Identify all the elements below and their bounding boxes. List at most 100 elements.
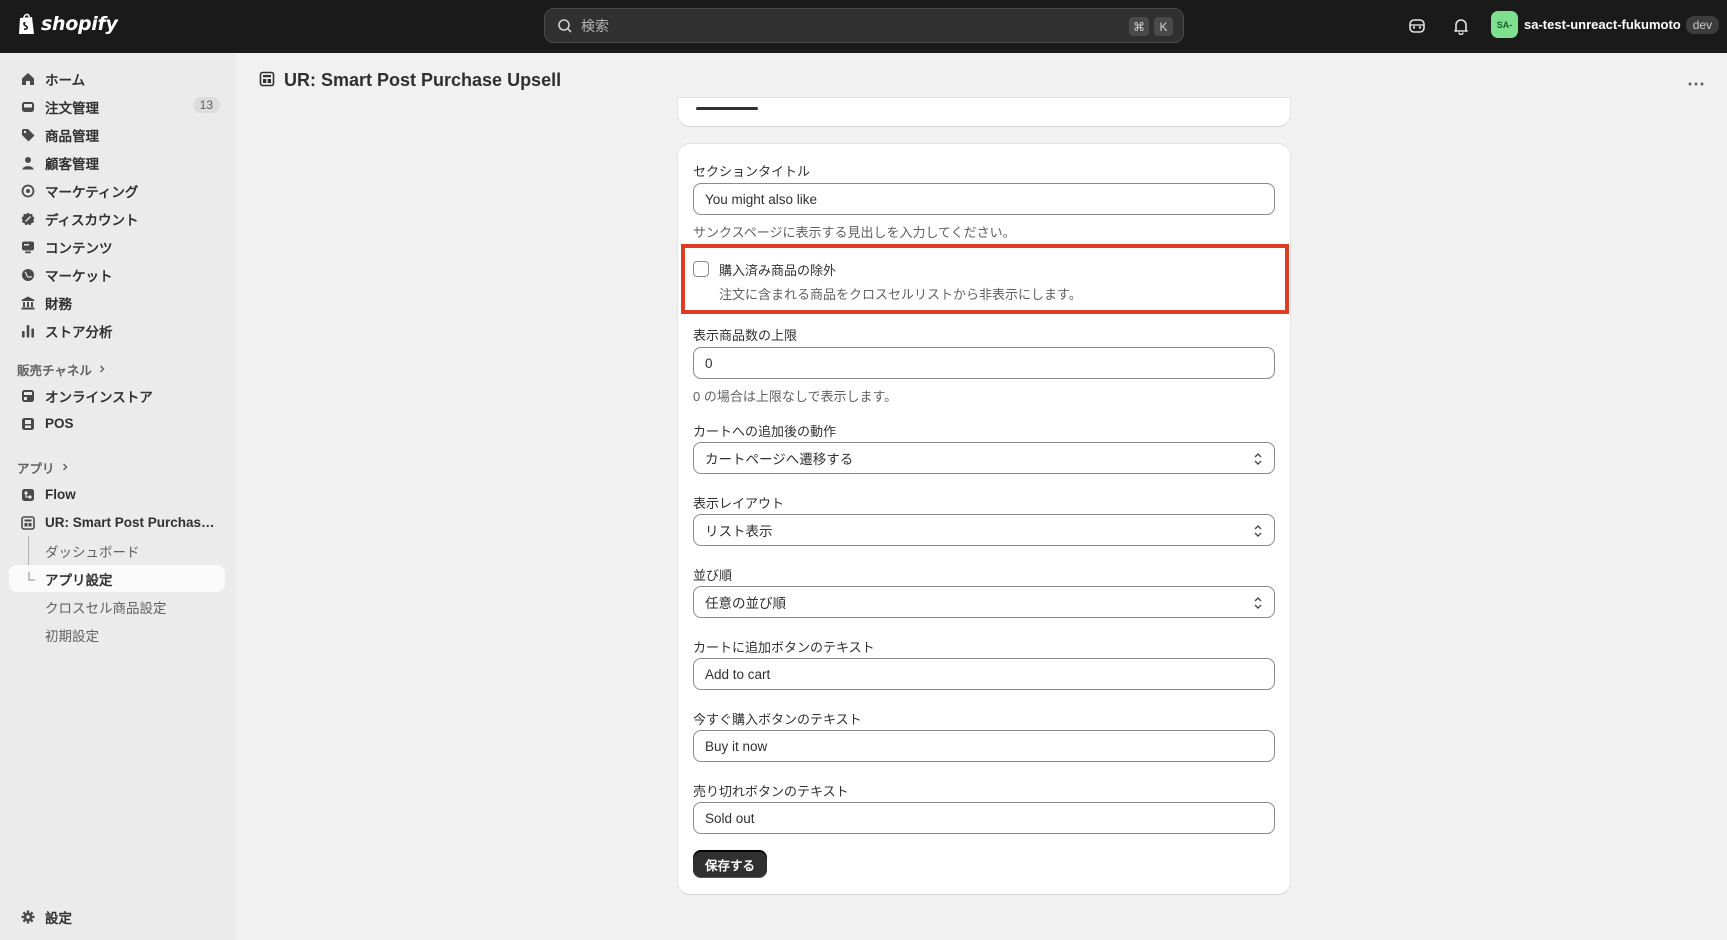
buy-now-text-input[interactable] — [693, 730, 1275, 762]
bell-icon — [1454, 19, 1468, 35]
sidebar-item-label: POS — [45, 416, 74, 431]
sidebar-item-markets[interactable]: マーケット — [9, 261, 225, 288]
target-icon — [20, 183, 36, 199]
shopify-wordmark: shopify — [41, 13, 118, 35]
sales-channels-heading[interactable]: 販売チャネル — [17, 360, 106, 379]
after-add-label: カートへの追加後の動作 — [693, 424, 837, 439]
avatar: SA- — [1491, 11, 1518, 38]
section-title-input[interactable] — [693, 183, 1275, 215]
sold-out-text-input[interactable] — [693, 802, 1275, 834]
sidebar-item-label: Flow — [45, 487, 76, 502]
bank-icon — [20, 295, 36, 311]
add-to-cart-text-input[interactable] — [693, 658, 1275, 690]
sidebar-item-label: ホーム — [45, 72, 86, 88]
sort-select[interactable]: 任意の並び順 — [693, 586, 1275, 618]
home-icon — [20, 71, 36, 87]
shopify-logo[interactable]: shopify — [17, 12, 118, 36]
sidebar-subitem-dashboard[interactable]: ダッシュボード — [9, 537, 225, 564]
sort-label: 並び順 — [693, 568, 733, 583]
flow-icon — [20, 487, 36, 503]
section-title-label: セクションタイトル — [693, 164, 811, 179]
shortcut-k-key: K — [1154, 17, 1173, 36]
sort-select-value: 任意の並び順 — [705, 596, 786, 611]
sidekick-icon — [1409, 19, 1425, 33]
tag-icon — [20, 127, 36, 143]
sidebar-item-label: 初期設定 — [45, 628, 99, 644]
sidebar-item-discounts[interactable]: ディスカウント — [9, 205, 225, 232]
search-bar[interactable]: 検索 ⌘ K — [544, 8, 1184, 43]
apps-heading-label: アプリ — [17, 462, 55, 476]
app-icon — [259, 71, 275, 90]
discount-icon — [20, 211, 36, 227]
content-icon — [20, 239, 36, 255]
sidebar-subitem-initial-setup[interactable]: 初期設定 — [9, 621, 225, 648]
orders-count-badge: 13 — [192, 97, 220, 113]
search-icon — [558, 18, 572, 33]
exclude-purchased-checkbox[interactable] — [693, 261, 709, 277]
sidebar-item-label: 設定 — [45, 910, 72, 926]
notifications-button[interactable] — [1450, 15, 1472, 37]
sidekick-button[interactable] — [1406, 15, 1428, 37]
sidebar-item-analytics[interactable]: ストア分析 — [9, 317, 225, 344]
store-icon — [20, 388, 36, 404]
chart-icon — [20, 323, 36, 339]
sidebar-item-finance[interactable]: 財務 — [9, 289, 225, 316]
sidebar-item-label: ディスカウント — [45, 212, 139, 228]
previous-card-button[interactable] — [696, 107, 758, 110]
apps-heading[interactable]: アプリ — [17, 458, 69, 477]
sidebar-item-orders[interactable]: 注文管理 13 — [9, 93, 225, 120]
sidebar-item-label: ダッシュボード — [45, 544, 140, 560]
sidebar-item-label: 財務 — [45, 296, 72, 312]
shortcut-cmd-key: ⌘ — [1129, 17, 1149, 36]
max-products-input[interactable] — [693, 347, 1275, 379]
sidebar-subitem-app-settings[interactable]: アプリ設定 — [9, 565, 225, 592]
sidebar-item-label: アプリ設定 — [45, 572, 113, 588]
sidebar-item-label: マーケット — [45, 268, 113, 284]
save-button[interactable]: 保存する — [693, 850, 768, 878]
layout-select[interactable]: リスト表示 — [693, 514, 1275, 546]
previous-card — [678, 98, 1290, 126]
sold-out-text-label: 売り切れボタンのテキスト — [693, 784, 849, 799]
sidebar: ホーム 注文管理 13 商品管理 顧客管理 マーケティング ディスカウント コン… — [0, 53, 236, 940]
more-actions-button[interactable] — [1684, 72, 1708, 96]
settings-card: セクションタイトル サンクスページに表示する見出しを入力してください。 購入済み… — [678, 144, 1290, 894]
sidebar-item-home[interactable]: ホーム — [9, 65, 225, 92]
sidebar-item-customers[interactable]: 顧客管理 — [9, 149, 225, 176]
sidebar-subitem-cross-sell[interactable]: クロスセル商品設定 — [9, 593, 225, 620]
sidebar-item-label: UR: Smart Post Purchase ... — [45, 515, 220, 530]
highlight-box — [681, 244, 1289, 314]
page-title: UR: Smart Post Purchase Upsell — [284, 70, 562, 90]
search-placeholder: 検索 — [581, 17, 609, 34]
sidebar-item-content[interactable]: コンテンツ — [9, 233, 225, 260]
sidebar-item-upsell-app[interactable]: UR: Smart Post Purchase ... — [9, 509, 225, 536]
store-name: sa-test-unreact-fukumoto — [1524, 17, 1681, 32]
sidebar-item-pos[interactable]: POS — [9, 410, 225, 437]
sidebar-item-label: クロスセル商品設定 — [45, 600, 167, 616]
account-menu[interactable]: SA- sa-test-unreact-fukumoto dev — [1491, 11, 1720, 38]
max-products-label: 表示商品数の上限 — [693, 328, 798, 343]
person-icon — [20, 155, 36, 171]
gear-icon — [20, 909, 36, 925]
buy-now-text-label: 今すぐ購入ボタンのテキスト — [693, 712, 862, 727]
more-horizontal-icon — [1688, 82, 1704, 86]
sidebar-item-online-store[interactable]: オンラインストア — [9, 382, 225, 409]
sidebar-item-label: マーケティング — [45, 184, 139, 200]
tree-elbow-icon — [20, 571, 36, 587]
sidebar-item-marketing[interactable]: マーケティング — [9, 177, 225, 204]
chevron-right-icon — [98, 363, 106, 377]
select-chevron-icon — [1254, 597, 1262, 609]
sidebar-item-label: 商品管理 — [45, 128, 99, 144]
after-add-select[interactable]: カートページへ遷移する — [693, 442, 1275, 474]
sidebar-item-products[interactable]: 商品管理 — [9, 121, 225, 148]
inbox-icon — [20, 99, 36, 115]
sales-channels-heading-label: 販売チャネル — [17, 364, 92, 378]
sidebar-item-settings[interactable]: 設定 — [9, 903, 225, 930]
max-products-help: 0 の場合は上限なしで表示します。 — [693, 389, 898, 404]
exclude-purchased-label[interactable]: 購入済み商品の除外 — [719, 260, 836, 279]
sidebar-item-label: ストア分析 — [45, 324, 113, 340]
exclude-purchased-help: 注文に含まれる商品をクロスセルリストから非表示にします。 — [719, 287, 1082, 302]
sidebar-item-flow[interactable]: Flow — [9, 481, 225, 508]
